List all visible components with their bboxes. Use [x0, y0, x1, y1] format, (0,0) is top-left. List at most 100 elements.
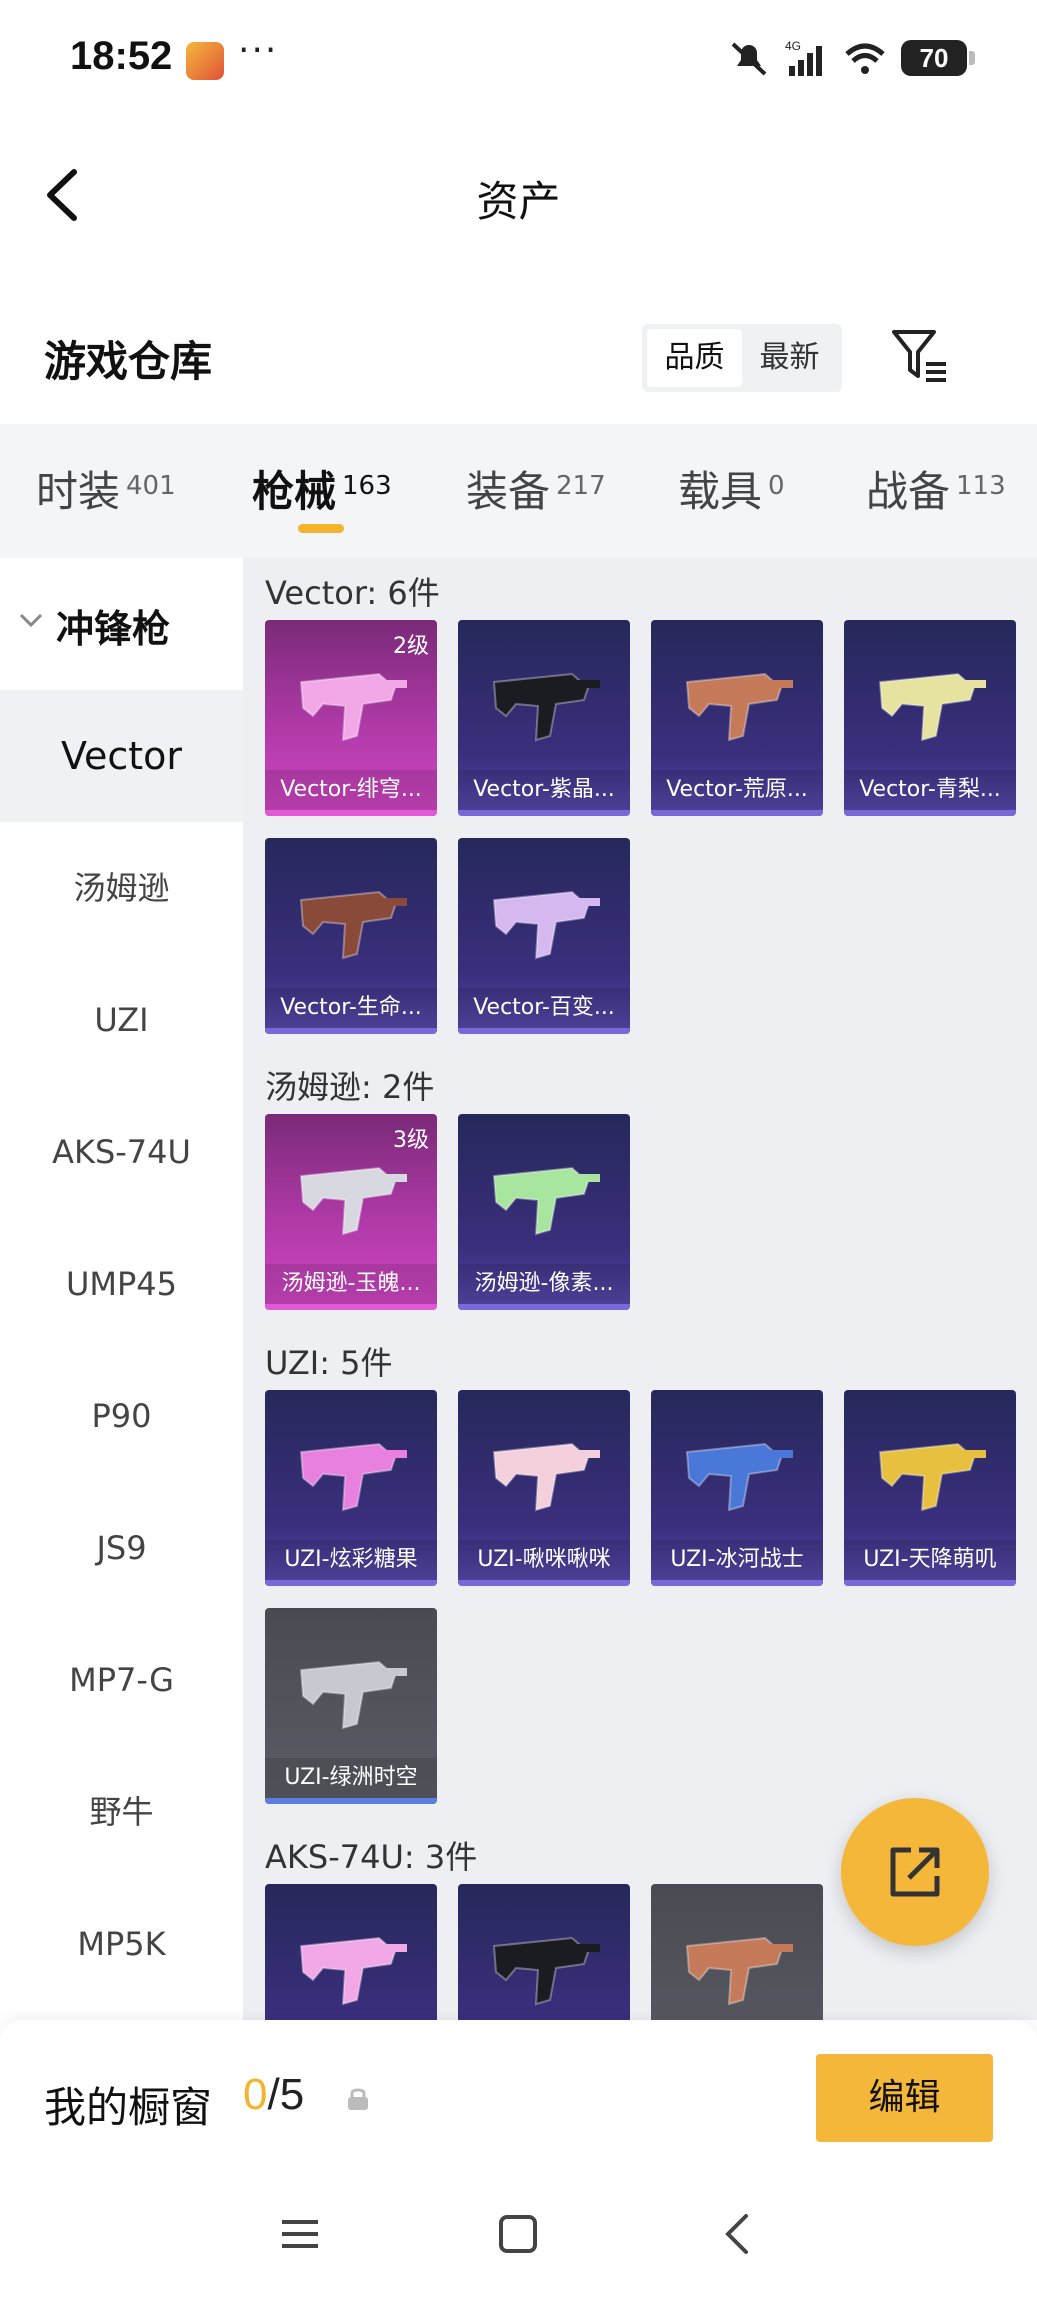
share-icon [890, 1847, 940, 1897]
weapon-skin-name: UZI-冰河战士 [651, 1540, 823, 1580]
weapon-image [492, 672, 600, 742]
weapon-skin-card[interactable]: UZI-冰河战士 [651, 1390, 823, 1586]
weapon-skin-card[interactable]: Vector-百变... [458, 838, 630, 1034]
sidebar-item-vector[interactable]: Vector [0, 690, 243, 822]
weapon-skin-card[interactable] [265, 1884, 437, 2020]
weapon-skin-name: UZI-啾咪啾咪 [458, 1540, 630, 1580]
wifi-icon [845, 43, 885, 74]
tab-label: 时装 [36, 467, 121, 516]
weapon-image [685, 1442, 793, 1512]
filter-icon[interactable] [890, 326, 950, 384]
weapon-image [878, 1442, 986, 1512]
level-badge: 2级 [393, 634, 429, 659]
menu-icon[interactable] [278, 2212, 322, 2256]
sidebar-item-aks74u[interactable]: AKS-74U [0, 1086, 243, 1218]
tab-label: 装备 [466, 467, 551, 516]
network-type: 4G [785, 39, 801, 53]
weapon-skin-name: Vector-紫晶... [458, 770, 630, 810]
active-tab-indicator [298, 524, 344, 533]
tab-label: 载具 [678, 467, 763, 516]
tab-supplies[interactable]: 战备 113 [866, 458, 1006, 518]
weapon-image [299, 890, 407, 960]
share-button[interactable] [841, 1798, 989, 1946]
weapon-skin-card[interactable]: Vector-生命... [265, 838, 437, 1034]
sort-newest-option[interactable]: 最新 [742, 329, 837, 387]
sidebar-category-header[interactable]: 冲锋枪 [0, 558, 243, 690]
sidebar-item-bizon[interactable]: 野牛 [0, 1746, 243, 1878]
mute-icon [731, 42, 767, 76]
tab-count: 401 [126, 471, 176, 501]
rarity-bar [265, 1028, 437, 1034]
section-title: UZI: 5件 [265, 1344, 393, 1382]
rarity-bar [458, 810, 630, 816]
warehouse-title: 游戏仓库 [44, 337, 213, 386]
section-title: Vector: 6件 [265, 574, 440, 612]
app-notification-icon [186, 42, 224, 80]
signal-icon: 4G [785, 39, 822, 76]
sidebar-item-ump45[interactable]: UMP45 [0, 1218, 243, 1350]
weapon-skin-card[interactable]: UZI-炫彩糖果 [265, 1390, 437, 1586]
weapon-image [299, 1936, 407, 2006]
weapon-skin-card[interactable]: Vector-荒原... [651, 620, 823, 816]
status-icons: 4G 70 [727, 36, 975, 80]
weapon-image [299, 1166, 407, 1236]
weapon-skin-card[interactable]: UZI-啾咪啾咪 [458, 1390, 630, 1586]
weapon-skin-name: UZI-天降萌叽 [844, 1540, 1016, 1580]
tab-firearms[interactable]: 枪械 163 [252, 458, 392, 518]
tab-fashion[interactable]: 时装 401 [36, 458, 176, 518]
sidebar-item-uzi[interactable]: UZI [0, 954, 243, 1086]
weapon-skin-card[interactable]: 2级 Vector-绯穹... [265, 620, 437, 816]
sidebar-item-thompson[interactable]: 汤姆逊 [0, 822, 243, 954]
tab-label: 枪械 [252, 467, 337, 516]
weapon-skin-card[interactable] [651, 1884, 823, 2020]
rarity-bar [651, 1580, 823, 1586]
tab-count: 163 [342, 471, 392, 501]
rarity-bar [844, 810, 1016, 816]
status-time: 18:52 [70, 34, 173, 78]
weapon-skin-name: Vector-荒原... [651, 770, 823, 810]
battery-icon: 70 [901, 40, 975, 76]
weapon-image [685, 672, 793, 742]
weapon-type-sidebar: 冲锋枪 Vector 汤姆逊 UZI AKS-74U UMP45 P90 JS9… [0, 558, 243, 2020]
tab-label: 战备 [866, 467, 951, 516]
sidebar-item-mp7g[interactable]: MP7-G [0, 1614, 243, 1746]
tab-vehicles[interactable]: 载具 0 [678, 458, 785, 518]
sidebar-item-js9[interactable]: JS9 [0, 1482, 243, 1614]
weapon-image [492, 1442, 600, 1512]
weapon-image [299, 1660, 407, 1730]
level-badge: 3级 [393, 1128, 429, 1153]
home-icon[interactable] [496, 2212, 540, 2256]
status-bar: 18:52 ··· 4G 70 [0, 0, 1037, 120]
edit-button[interactable]: 编辑 [816, 2054, 993, 2142]
section-title: AKS-74U: 3件 [265, 1838, 478, 1876]
showcase-current: 0 [243, 2070, 268, 2119]
sidebar-item-p90[interactable]: P90 [0, 1350, 243, 1482]
section-title: 汤姆逊: 2件 [265, 1068, 435, 1106]
rarity-bar [265, 810, 437, 816]
weapon-skin-name: Vector-绯穹... [265, 770, 437, 810]
sidebar-item-mp5k[interactable]: MP5K [0, 1878, 243, 2010]
weapon-skin-card[interactable]: 3级汤姆逊-玉魄... [265, 1114, 437, 1310]
category-tabs: 时装 401 枪械 163 装备 217 载具 0 战备 113 [0, 424, 1037, 558]
weapon-image [299, 1442, 407, 1512]
weapon-skin-card[interactable]: UZI-天降萌叽 [844, 1390, 1016, 1586]
showcase-count: 0/5 [243, 2070, 304, 2120]
rarity-bar [651, 810, 823, 816]
app-screen: 18:52 ··· 4G 70 资产 游戏仓库 品质 最新 时装 401 枪械 … [0, 0, 1037, 2305]
weapon-skin-card[interactable]: UZI-绿洲时空 [265, 1608, 437, 1804]
weapon-skin-card[interactable]: Vector-青梨... [844, 620, 1016, 816]
weapon-skin-card[interactable]: 汤姆逊-像素... [458, 1114, 630, 1310]
weapon-skin-card[interactable] [458, 1884, 630, 2020]
showcase-total: /5 [267, 2070, 305, 2119]
rarity-bar [844, 1580, 1016, 1586]
weapon-skin-name: 汤姆逊-玉魄... [265, 1264, 437, 1304]
nav-back-icon[interactable] [716, 2212, 760, 2256]
weapon-skin-name: UZI-绿洲时空 [265, 1758, 437, 1798]
sort-toggle: 品质 最新 [642, 324, 842, 392]
weapon-skin-card[interactable]: Vector-紫晶... [458, 620, 630, 816]
sort-quality-option[interactable]: 品质 [647, 329, 742, 387]
rarity-bar [265, 1580, 437, 1586]
more-notifications: ··· [238, 30, 279, 71]
tab-equipment[interactable]: 装备 217 [466, 458, 606, 518]
weapon-image [878, 672, 986, 742]
